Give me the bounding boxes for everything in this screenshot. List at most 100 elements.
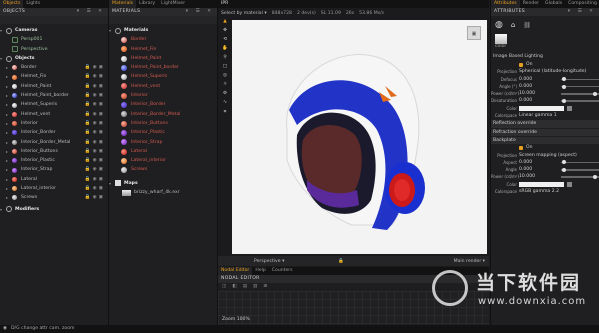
property-value[interactable]: Spherical (latitude-longitude): [519, 68, 586, 75]
materials-section[interactable]: ▾ Materials: [109, 26, 217, 35]
chevron-right-icon[interactable]: ▸: [6, 63, 10, 72]
slider-knob[interactable]: [593, 175, 598, 180]
object-item[interactable]: ▸ Lateral 🔒◉▣: [0, 175, 108, 184]
chevron-right-icon[interactable]: ▸: [6, 147, 10, 156]
chevron-right-icon[interactable]: ▸: [6, 165, 10, 174]
render-dropdown[interactable]: Main render ▾: [454, 259, 485, 264]
chevron-right-icon[interactable]: ▸: [6, 156, 10, 165]
material-item[interactable]: Helmet_Superis: [109, 72, 217, 81]
color-picker-icon[interactable]: [567, 105, 572, 111]
on-checkbox[interactable]: [519, 146, 523, 151]
tab-lights[interactable]: Lights: [23, 0, 43, 8]
zoom-tool-icon[interactable]: ⚲: [221, 55, 229, 64]
nodal-tool-icon[interactable]: ◧: [232, 283, 236, 291]
object-item[interactable]: ▸ Screws 🔒◉▣: [0, 193, 108, 202]
tab-objects[interactable]: Objects: [0, 0, 24, 8]
chevron-right-icon[interactable]: ▸: [6, 128, 10, 137]
chevron-down-icon[interactable]: ▾: [109, 179, 113, 188]
chevron-right-icon[interactable]: ▸: [6, 138, 10, 147]
chevron-right-icon[interactable]: ▸: [6, 193, 10, 202]
curve-tool-icon[interactable]: ∿: [221, 100, 229, 109]
property-value[interactable]: 0.000: [519, 159, 532, 166]
environment-icon[interactable]: ⌂: [511, 21, 515, 29]
attribute-section[interactable]: Refraction override: [491, 128, 599, 136]
tab-render[interactable]: Render: [520, 0, 542, 8]
material-item[interactable]: Interior_Border: [109, 100, 217, 109]
row-toggle-icons[interactable]: 🔒◉▣: [85, 138, 105, 147]
row-toggle-icons[interactable]: 🔒◉▣: [85, 91, 105, 100]
row-toggle-icons[interactable]: 🔒◉▣: [85, 147, 105, 156]
property-slider[interactable]: [561, 91, 599, 96]
tree-section-1[interactable]: ▾ Objects: [0, 54, 108, 63]
slider-knob[interactable]: [561, 160, 566, 165]
object-item[interactable]: ▸ Interior_Buttons 🔒◉▣: [0, 147, 108, 156]
property-slider[interactable]: [561, 160, 599, 165]
lock-icon[interactable]: 🔒: [338, 259, 344, 264]
object-item[interactable]: ▸ Helmet_vent 🔒◉▣: [0, 110, 108, 119]
chevron-down-icon[interactable]: ▾: [109, 26, 113, 35]
region-tool-icon[interactable]: □: [221, 64, 229, 73]
move-tool-icon[interactable]: ✥: [221, 28, 229, 37]
material-item[interactable]: Helmet_Paint_border: [109, 63, 217, 72]
chevron-right-icon[interactable]: ▸: [6, 175, 10, 184]
object-item[interactable]: ▸ Interior 🔒◉▣: [0, 119, 108, 128]
chevron-down-icon[interactable]: ▾: [0, 26, 4, 35]
object-item[interactable]: ▸ Lateral_interior 🔒◉▣: [0, 184, 108, 193]
tab-materials[interactable]: Materials: [109, 0, 137, 8]
camera-item[interactable]: Persp001: [0, 35, 108, 44]
property-value[interactable]: Screen mapping (aspect): [519, 152, 577, 159]
row-toggle-icons[interactable]: 🔒◉▣: [85, 119, 105, 128]
tree-section-2[interactable]: ▾ Modifiers: [0, 205, 108, 214]
tab-lightmixer[interactable]: LightMixer: [158, 0, 188, 8]
row-toggle-icons[interactable]: 🔒◉▣: [85, 82, 105, 91]
tab-attributes[interactable]: Attributes: [491, 0, 520, 8]
property-row[interactable]: Desaturation 0.000: [491, 97, 599, 104]
object-item[interactable]: ▸ Interior_Strap 🔒◉▣: [0, 165, 108, 174]
rotate-tool-icon[interactable]: ⟲: [221, 37, 229, 46]
tab-library[interactable]: Library: [136, 0, 158, 8]
nodal-tool-icon[interactable]: ⊞: [263, 283, 267, 291]
row-toggle-icons[interactable]: 🔒◉▣: [85, 72, 105, 81]
chevron-right-icon[interactable]: ▸: [6, 184, 10, 193]
material-item[interactable]: Lateral: [109, 147, 217, 156]
property-value[interactable]: 10.000: [519, 90, 535, 97]
property-value[interactable]: 10.000: [519, 173, 535, 180]
property-value[interactable]: 0.000: [519, 83, 532, 90]
header-icons[interactable]: ▾ ☰ ✕: [568, 8, 596, 16]
slider-knob[interactable]: [593, 91, 598, 96]
material-item[interactable]: Interior_Border_Metal: [109, 110, 217, 119]
nodal-tool-icon[interactable]: ▥: [253, 283, 257, 291]
row-toggle-icons[interactable]: 🔒◉▣: [85, 165, 105, 174]
nodal-tool-icon[interactable]: ◫: [222, 283, 226, 291]
material-item[interactable]: Interior_Buttons: [109, 119, 217, 128]
property-value[interactable]: 0.000: [519, 166, 532, 173]
chevron-down-icon[interactable]: ▾: [0, 54, 4, 63]
camera-dropdown[interactable]: Perspective ▾: [254, 259, 284, 264]
property-row[interactable]: Color: [491, 181, 599, 188]
color-swatch[interactable]: [519, 181, 564, 187]
row-toggle-icons[interactable]: 🔒◉▣: [85, 184, 105, 193]
tab-counters[interactable]: Counters: [269, 267, 296, 275]
object-item[interactable]: ▸ Interior_Border_Metal 🔒◉▣: [0, 138, 108, 147]
object-item[interactable]: ▸ Helmet_Fin 🔒◉▣: [0, 72, 108, 81]
header-icons[interactable]: ▾ ☰ ✕: [77, 8, 105, 16]
crop-tool-icon[interactable]: ⌗: [221, 109, 229, 118]
property-row[interactable]: Angle (°) 0.000: [491, 83, 599, 90]
property-row[interactable]: Power (cd/m²) 10.000: [491, 90, 599, 97]
object-item[interactable]: ▸ Helmet_Superis 🔒◉▣: [0, 100, 108, 109]
row-toggle-icons[interactable]: 🔒◉▣: [85, 156, 105, 165]
property-row[interactable]: Power (cd/m²) 10.000: [491, 173, 599, 180]
row-toggle-icons[interactable]: 🔒◉▣: [85, 100, 105, 109]
row-toggle-icons[interactable]: 🔒◉▣: [85, 175, 105, 184]
light-tool-icon[interactable]: ☼: [221, 82, 229, 91]
property-slider[interactable]: [561, 99, 599, 104]
property-row[interactable]: Defocus 0.000: [491, 76, 599, 83]
property-row[interactable]: Angle 0.000: [491, 166, 599, 173]
maps-section[interactable]: ▾ Maps: [109, 179, 217, 188]
color-swatch[interactable]: [519, 105, 564, 111]
property-row[interactable]: Projection Spherical (latitude-longitude): [491, 68, 599, 75]
material-item[interactable]: Helmet_vent: [109, 82, 217, 91]
property-value[interactable]: sRGB gamma 2.2: [519, 188, 559, 195]
header-icons[interactable]: ▾ ☰ ✕: [186, 8, 214, 16]
property-value[interactable]: 0.000: [519, 76, 532, 83]
